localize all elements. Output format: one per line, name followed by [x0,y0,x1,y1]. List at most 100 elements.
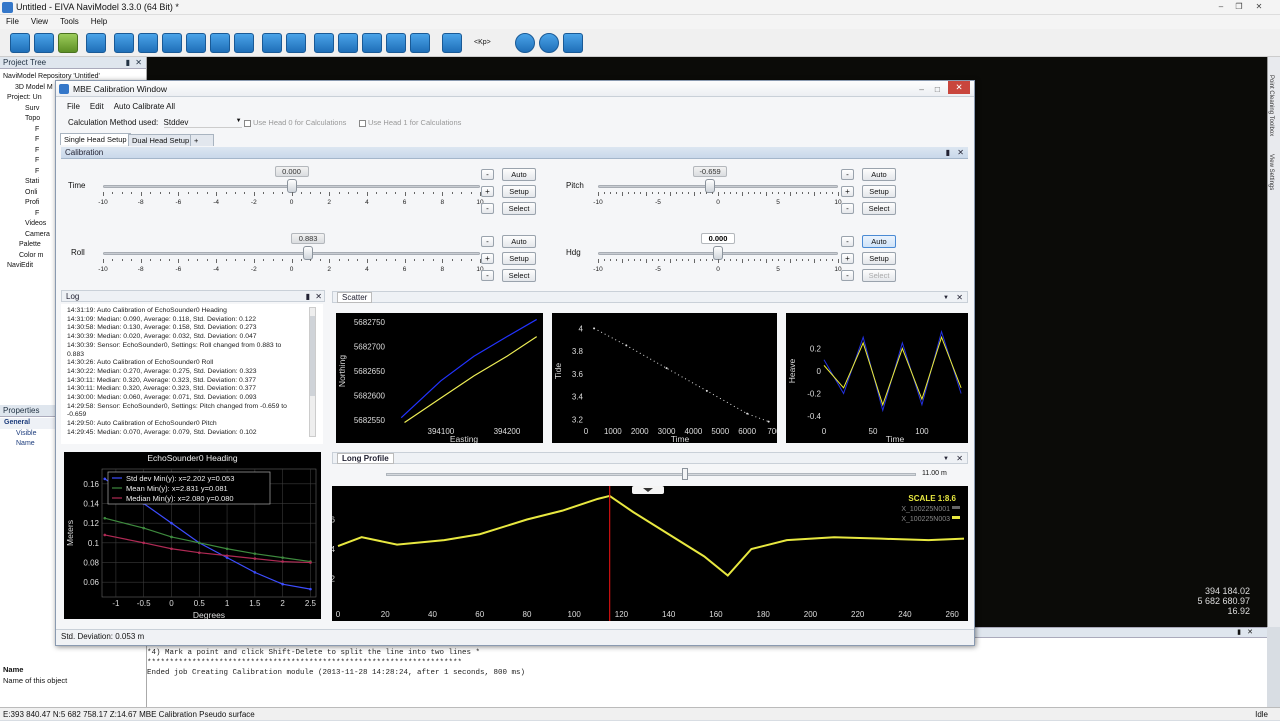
increment-button[interactable]: + [481,253,494,264]
auto-button[interactable]: Auto [862,168,896,181]
auto-button[interactable]: Auto [502,168,536,181]
line-icon[interactable] [314,33,334,53]
export-icon[interactable] [563,33,583,53]
slider-thumb[interactable] [286,179,297,193]
tab-single-head[interactable]: Single Head Setup [60,133,131,145]
close-icon[interactable]: ✕ [1247,628,1253,636]
setup-button[interactable]: Setup [862,185,896,198]
chevron-down-icon[interactable]: ▼ [943,453,949,465]
menu-file[interactable]: File [0,15,25,29]
decrement-button[interactable]: - [841,236,854,247]
surface-icon[interactable] [234,33,254,53]
dialog-menu-edit[interactable]: Edit [85,100,109,114]
long-profile-title[interactable]: Long Profile [337,453,394,464]
tree-icon[interactable] [338,33,358,53]
setup-button[interactable]: Setup [862,252,896,265]
select-button[interactable]: Select [502,269,536,282]
save-icon[interactable] [58,33,78,53]
decrement-button[interactable]: - [841,203,854,214]
increment-button[interactable]: + [481,186,494,197]
method-select[interactable]: Stddev ▼ [163,118,242,128]
log-scrollbar[interactable] [309,307,316,437]
auto-button[interactable]: Auto [862,235,896,248]
key-icon[interactable] [442,33,462,53]
settings-icon[interactable] [162,33,182,53]
auto-button[interactable]: Auto [502,235,536,248]
view-settings-tab[interactable]: View Settings [1268,154,1274,190]
tick-mark [796,259,797,261]
close-icon[interactable]: ✕ [135,57,142,69]
log-scroll-thumb[interactable] [310,316,315,396]
tab-dual-head[interactable]: Dual Head Setup [128,134,194,146]
close-icon[interactable]: ✕ [956,453,963,465]
dialog-menu-file[interactable]: File [62,100,85,114]
previous-icon[interactable] [515,33,535,53]
head1-checkbox[interactable]: Use Head 1 for Calculations [359,118,461,127]
open-icon[interactable] [34,33,54,53]
close-icon[interactable]: ✕ [1250,1,1268,13]
camera-icon[interactable] [410,33,430,53]
wrench-icon[interactable] [86,33,106,53]
decrement-button[interactable]: - [481,203,494,214]
profile-width-thumb[interactable] [682,468,688,480]
close-icon[interactable]: ✕ [315,291,322,303]
check-icon[interactable] [210,33,230,53]
kp-label[interactable]: <Kp> [474,39,491,46]
pointer-icon[interactable] [138,33,158,53]
maximize-icon[interactable]: □ [935,81,940,97]
close-icon[interactable]: ✕ [957,147,964,159]
select-button[interactable]: Select [862,202,896,215]
decrement-button[interactable]: - [481,169,494,180]
grid-icon[interactable] [286,33,306,53]
x-axis-label: Time [886,434,905,443]
dialog-title-bar[interactable]: MBE Calibration Window – □ ✕ [56,81,974,97]
close-icon[interactable]: ✕ [948,81,970,94]
long-profile-plot[interactable]: 0204060801001201401601802002202402601214… [332,486,968,621]
chevron-down-icon[interactable]: ▼ [943,292,949,304]
filter-icon[interactable] [186,33,206,53]
decrement-button[interactable]: - [841,270,854,281]
window-icon[interactable] [386,33,406,53]
increment-button[interactable]: + [841,253,854,264]
log-list[interactable]: 14:31:19: Auto Calibration of EchoSounde… [61,304,323,444]
decrement-button[interactable]: - [841,169,854,180]
head0-label: Use Head 0 for Calculations [253,118,347,127]
minimize-icon[interactable]: – [919,81,924,97]
decrement-button[interactable]: - [481,236,494,247]
slider-track[interactable] [598,185,838,188]
profile-width-slider[interactable] [386,473,916,476]
pin-icon[interactable]: ▮ [946,147,950,159]
new-icon[interactable] [10,33,30,53]
head0-checkbox[interactable]: Use Head 0 for Calculations [244,118,346,127]
points-icon[interactable] [262,33,282,53]
restore-icon[interactable]: ❐ [1230,1,1248,13]
menu-tools[interactable]: Tools [54,15,85,29]
x-tick-label: 50 [869,427,878,436]
decrement-button[interactable]: - [481,270,494,281]
select-button[interactable]: Select [502,202,536,215]
menu-help[interactable]: Help [85,15,113,29]
vessel-icon[interactable] [362,33,382,53]
select-button[interactable]: Select [862,269,896,282]
scatter-title[interactable]: Scatter [337,292,373,303]
slider-thumb[interactable] [303,246,314,260]
minimize-icon[interactable]: – [1212,1,1230,13]
menu-view[interactable]: View [25,15,54,29]
setup-button[interactable]: Setup [502,252,536,265]
setup-button[interactable]: Setup [502,185,536,198]
log-line: 14:29:45: Median: 0.070, Average: 0.079,… [67,428,257,436]
y-axis-label: Tide [553,363,563,379]
pin-icon[interactable]: ▮ [306,291,310,303]
point-cleaning-toolbox-tab[interactable]: Point Cleaning Toolbox [1268,75,1274,136]
slider-thumb[interactable] [705,179,716,193]
close-icon[interactable]: ✕ [956,292,963,304]
pin-icon[interactable]: ▮ [126,57,130,69]
slider-thumb[interactable] [713,246,723,260]
dialog-menu-auto-calibrate[interactable]: Auto Calibrate All [109,100,180,114]
tab-add[interactable]: + [190,134,214,146]
slider-track[interactable] [103,252,480,255]
pin-icon[interactable]: ▮ [1237,628,1241,636]
increment-button[interactable]: + [841,186,854,197]
profile-tool-icon[interactable] [114,33,134,53]
next-icon[interactable] [539,33,559,53]
